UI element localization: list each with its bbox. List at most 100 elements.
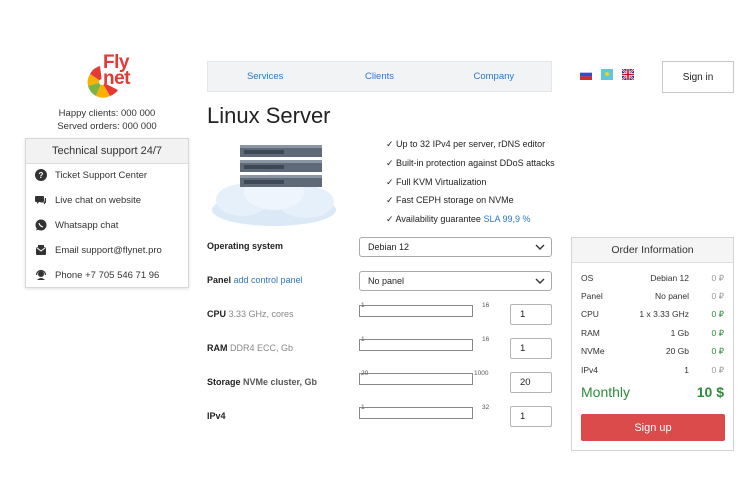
order-key: NVMe (581, 346, 605, 356)
order-price: 0 ₽ (711, 273, 725, 283)
language-switcher (580, 69, 634, 80)
sign-in-button[interactable]: Sign in (662, 61, 734, 93)
os-select-value: Debian 12 (368, 242, 410, 252)
feature-item-sla: ✓ Availability guarantee SLA 99,9 % (386, 212, 555, 231)
os-label-text: Operating system (207, 241, 284, 251)
ram-sublabel: DDR4 ECC, Gb (230, 343, 294, 353)
support-item-ticket[interactable]: ? Ticket Support Center (35, 168, 147, 182)
ipv4-input[interactable]: 1 (510, 406, 552, 427)
order-price: 0 ₽ (711, 328, 725, 338)
features-list: ✓ Up to 32 IPv4 per server, rDNS editor … (386, 137, 555, 231)
panel-select-value: No panel (368, 276, 405, 286)
happy-clients: Happy clients: 000 000 (58, 108, 156, 119)
ram-max: 16 (482, 336, 490, 343)
sign-up-button[interactable]: Sign up (581, 414, 725, 441)
ram-label: RAM DDR4 ECC, Gb (207, 343, 293, 353)
order-price: 0 ₽ (711, 291, 725, 301)
support-item-live-chat[interactable]: Live chat on website (35, 193, 141, 207)
feature-item: ✓ Full KVM Virtualization (386, 176, 487, 187)
monthly-total: 10 $ (696, 384, 724, 400)
order-row-ipv4: IPv4 1 0 ₽ (581, 365, 724, 377)
os-select[interactable]: Debian 12 (359, 237, 552, 257)
help-icon: ? (35, 169, 47, 181)
cpu-label: CPU 3.33 GHz, cores (207, 309, 294, 319)
cpu-max: 16 (482, 302, 490, 309)
order-info-panel: Order Information OS Debian 12 0 ₽ Panel No… (571, 237, 734, 451)
nav-company[interactable]: Company (437, 62, 551, 91)
order-key: IPv4 (581, 365, 599, 375)
support-item-whatsapp[interactable]: Whatsapp chat (35, 218, 118, 232)
order-price: 0 ₽ (711, 365, 725, 375)
order-value: 1 (684, 365, 689, 375)
served-orders: Served orders: 000 000 (57, 121, 157, 132)
order-value: 1 x 3.33 GHz (639, 309, 689, 319)
support-title: Technical support 24/7 (26, 139, 188, 164)
support-item-email[interactable]: Email support@flynet.pro (35, 243, 162, 257)
ipv4-label-text: IPv4 (207, 411, 226, 421)
order-value: 20 Gb (665, 346, 689, 356)
cpu-slider[interactable]: 1 (359, 302, 473, 317)
cpu-min: 1 (361, 302, 365, 309)
support-item-phone[interactable]: Phone +7 705 546 71 96 (35, 268, 159, 282)
feature-text: ✓ Availability guarantee (386, 214, 484, 225)
chevron-down-icon (535, 244, 545, 250)
stats: Happy clients: 000 000 Served orders: 00… (40, 107, 174, 133)
storage-label-text: Storage (207, 377, 241, 387)
feature-item: ✓ Up to 32 IPv4 per server, rDNS editor (386, 139, 546, 149)
ipv4-min: 1 (361, 404, 365, 411)
os-label: Operating system (207, 241, 283, 251)
main-nav: Services Clients Company (207, 61, 552, 92)
ram-input[interactable]: 1 (510, 338, 552, 359)
panel-select[interactable]: No panel (359, 271, 552, 291)
order-key: CPU (581, 309, 599, 319)
order-row-cpu: CPU 1 x 3.33 GHz 0 ₽ (581, 309, 724, 321)
email-icon (36, 245, 46, 255)
support-panel: Technical support 24/7 ? Ticket Support … (25, 138, 189, 288)
feature-item: ✓ Built-in protection against DDoS attac… (386, 157, 555, 168)
support-item-label: Live chat on website (55, 194, 142, 206)
feature-item: ✓ Fast CEPH storage on NVMe (386, 195, 514, 206)
panel-label-text: Panel (207, 275, 232, 285)
order-row-nvme: NVMe 20 Gb 0 ₽ (581, 346, 724, 358)
order-price: 0 ₽ (711, 309, 725, 319)
support-item-label: Whatsapp chat (55, 219, 119, 231)
order-title: Order Information (572, 238, 733, 263)
order-key: Panel (581, 291, 603, 301)
ram-label-text: RAM (207, 343, 228, 353)
ram-min: 1 (361, 336, 365, 343)
flynet-logo[interactable]: Fly net (82, 52, 134, 104)
whatsapp-icon (35, 219, 47, 231)
order-key: OS (581, 273, 594, 283)
order-price: 0 ₽ (711, 346, 725, 356)
order-key: RAM (581, 328, 600, 338)
panel-label: Panel add control panel (207, 275, 303, 285)
order-value: No panel (654, 291, 689, 301)
support-item-label: Phone +7 705 546 71 96 (55, 269, 160, 281)
server-cloud-illustration (212, 145, 336, 226)
add-control-panel-link[interactable]: add control panel (234, 275, 303, 285)
uk-flag-icon[interactable] (622, 69, 634, 80)
storage-min: 20 (361, 370, 369, 377)
cpu-label-text: CPU (207, 309, 227, 319)
order-value: 1 Gb (670, 328, 689, 338)
nav-clients[interactable]: Clients (322, 62, 436, 91)
monthly-label: Monthly (581, 384, 631, 400)
nav-services[interactable]: Services (208, 62, 322, 91)
sla-link[interactable]: SLA 99,9 % (483, 214, 530, 224)
order-row-ram: RAM 1 Gb 0 ₽ (581, 328, 724, 340)
kz-flag-icon[interactable] (601, 69, 613, 80)
cpu-input[interactable]: 1 (510, 304, 552, 325)
ru-flag-icon[interactable] (580, 69, 592, 80)
ram-slider[interactable]: 1 (359, 336, 473, 351)
cpu-sublabel: 3.33 GHz, cores (228, 309, 294, 319)
ipv4-slider[interactable]: 1 (359, 404, 473, 419)
order-value: Debian 12 (650, 273, 689, 283)
ipv4-label: IPv4 (207, 411, 226, 421)
storage-input[interactable]: 20 (510, 372, 552, 393)
page-title: Linux Server (207, 103, 331, 128)
order-row-panel: Panel No panel 0 ₽ (581, 291, 724, 303)
storage-slider[interactable]: 20 (359, 370, 473, 385)
order-row-os: OS Debian 12 0 ₽ (581, 273, 724, 285)
storage-label: Storage NVMe cluster, Gb (207, 377, 317, 387)
storage-sublabel: NVMe cluster, Gb (243, 377, 318, 387)
